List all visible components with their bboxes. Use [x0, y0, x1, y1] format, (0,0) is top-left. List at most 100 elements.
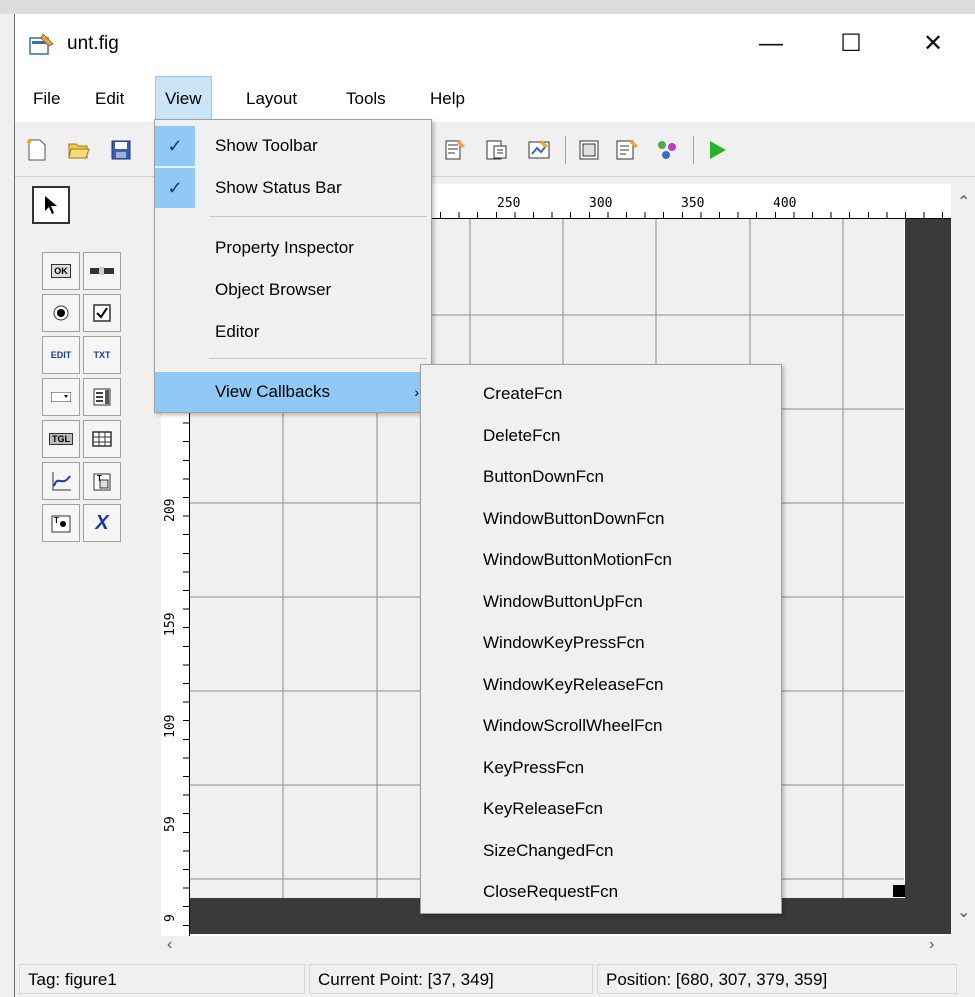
toolbar-separator — [565, 136, 566, 164]
vertical-scrollbar[interactable]: ⌃ ⌄ — [951, 184, 975, 936]
axes-icon — [52, 472, 71, 491]
ruler-tick-label: 9 — [163, 914, 178, 922]
static-text-glyph: TXT — [93, 350, 111, 360]
checkbox-tool[interactable] — [83, 294, 121, 332]
popup-menu-tool[interactable] — [42, 378, 80, 416]
submenu-item-keypressfcn[interactable]: KeyPressFcn — [483, 747, 584, 788]
submenu-item-windowbuttonmotionfcn[interactable]: WindowButtonMotionFcn — [483, 539, 672, 580]
ruler-tick-label: 159 — [163, 612, 178, 636]
menu-item-property-inspector[interactable]: Property Inspector — [155, 228, 431, 268]
menu-item-label: Show Toolbar — [215, 136, 318, 155]
submenu-item-sizechangedfcn[interactable]: SizeChangedFcn — [483, 830, 613, 871]
status-bar: Tag: figure1 Current Point: [37, 349] Po… — [15, 962, 975, 997]
editor-icon[interactable] — [615, 138, 639, 162]
ruler-tick-label: 350 — [681, 196, 705, 211]
svg-text:T: T — [54, 516, 59, 525]
menu-item-view-callbacks[interactable]: View Callbacks › — [155, 372, 431, 412]
new-file-icon[interactable] — [25, 138, 49, 162]
close-button[interactable]: ✕ — [913, 26, 953, 62]
push-button-tool[interactable]: OK — [42, 252, 80, 290]
ruler-tick-label: 209 — [163, 498, 178, 522]
table-tool[interactable] — [83, 420, 121, 458]
select-tool-button[interactable] — [32, 186, 70, 224]
component-palette: OK EDIT TXT TGL T T X — [25, 184, 153, 614]
ruler-tick-label: 109 — [163, 714, 178, 738]
horizontal-scrollbar[interactable]: ‹ › — [161, 936, 951, 960]
submenu-item-buttondownfcn[interactable]: ButtonDownFcn — [483, 456, 604, 497]
scroll-up-arrow[interactable]: ⌃ — [957, 192, 970, 212]
callbacks-submenu: CreateFcn DeleteFcn ButtonDownFcn Window… — [420, 364, 782, 914]
push-button-glyph: OK — [51, 264, 71, 278]
menu-bar: File Edit View Layout Tools Help — [15, 76, 975, 122]
minimize-button[interactable]: — — [751, 26, 791, 62]
submenu-item-windowkeypressfcn[interactable]: WindowKeyPressFcn — [483, 622, 645, 663]
figure-resize-handle[interactable] — [893, 885, 905, 897]
submenu-item-windowbuttondownfcn[interactable]: WindowButtonDownFcn — [483, 498, 664, 539]
canvas-border-right — [905, 219, 951, 931]
menu-item-show-status-bar[interactable]: ✓ Show Status Bar — [155, 168, 431, 208]
axes-tool[interactable] — [42, 462, 80, 500]
window-title: unt.fig — [67, 33, 119, 54]
panel-tool[interactable]: T — [83, 462, 121, 500]
submenu-item-windowscrollwheelfcn[interactable]: WindowScrollWheelFcn — [483, 705, 663, 746]
run-figure-icon[interactable] — [705, 138, 729, 162]
toggle-button-tool[interactable]: TGL — [42, 420, 80, 458]
ruler-tick-label: 250 — [497, 196, 521, 211]
slider-tool[interactable] — [83, 252, 121, 290]
radio-button-tool[interactable] — [42, 294, 80, 332]
arrow-cursor-icon — [45, 196, 57, 214]
menu-item-label: Object Browser — [215, 280, 332, 299]
tab-order-editor-icon[interactable] — [527, 138, 551, 162]
menu-file[interactable]: File — [24, 76, 69, 122]
align-objects-icon[interactable] — [443, 138, 467, 162]
slider-icon — [90, 267, 114, 275]
menu-layout[interactable]: Layout — [237, 76, 306, 122]
background-window-strip — [0, 0, 975, 14]
listbox-tool[interactable] — [83, 378, 121, 416]
object-browser-icon[interactable] — [655, 138, 679, 162]
save-icon[interactable] — [109, 138, 133, 162]
button-group-tool[interactable]: T — [42, 504, 80, 542]
submenu-item-deletefcn[interactable]: DeleteFcn — [483, 415, 560, 456]
menu-view[interactable]: View — [155, 76, 212, 122]
edit-text-glyph: EDIT — [50, 350, 72, 360]
menu-item-show-toolbar[interactable]: ✓ Show Toolbar — [155, 126, 431, 166]
open-folder-icon[interactable] — [67, 138, 91, 162]
menu-item-label: View Callbacks — [215, 382, 330, 401]
check-icon: ✓ — [155, 126, 195, 166]
static-text-tool[interactable]: TXT — [83, 336, 121, 374]
status-position: Position: [680, 307, 379, 359] — [597, 964, 957, 994]
menu-editor-icon[interactable] — [485, 138, 509, 162]
table-icon — [92, 431, 112, 447]
menu-tools[interactable]: Tools — [337, 76, 395, 122]
submenu-arrow-icon: › — [414, 384, 419, 400]
menu-help[interactable]: Help — [421, 76, 474, 122]
menu-separator — [209, 358, 427, 359]
view-menu-dropdown: ✓ Show Toolbar ✓ Show Status Bar Propert… — [154, 119, 432, 413]
figure-app-icon — [29, 33, 54, 55]
scroll-left-arrow[interactable]: ‹ — [167, 936, 172, 954]
activex-tool[interactable]: X — [83, 504, 121, 542]
edit-text-tool[interactable]: EDIT — [42, 336, 80, 374]
scroll-down-arrow[interactable]: ⌄ — [957, 902, 970, 922]
scroll-right-arrow[interactable]: › — [929, 936, 934, 954]
panel-icon: T — [93, 473, 111, 491]
title-bar[interactable]: unt.fig — ☐ ✕ — [15, 14, 975, 76]
toolbar-separator — [693, 136, 694, 164]
toolbar-editor-icon[interactable] — [577, 138, 601, 162]
submenu-item-windowbuttonupfcn[interactable]: WindowButtonUpFcn — [483, 581, 643, 622]
activex-glyph: X — [95, 511, 109, 534]
submenu-item-windowkeyreleasefcn[interactable]: WindowKeyReleaseFcn — [483, 664, 663, 705]
check-icon: ✓ — [155, 168, 195, 208]
menu-item-editor[interactable]: Editor — [155, 312, 431, 352]
submenu-item-closerequestfcn[interactable]: CloseRequestFcn — [483, 871, 618, 912]
maximize-button[interactable]: ☐ — [831, 26, 871, 62]
status-tag: Tag: figure1 — [19, 964, 305, 994]
submenu-item-createfcn[interactable]: CreateFcn — [483, 373, 562, 414]
menu-item-label: Show Status Bar — [215, 178, 342, 197]
menu-item-object-browser[interactable]: Object Browser — [155, 270, 431, 310]
ruler-tick-label: 59 — [163, 816, 178, 832]
submenu-item-keyreleasefcn[interactable]: KeyReleaseFcn — [483, 788, 603, 829]
menu-edit[interactable]: Edit — [86, 76, 133, 122]
status-current-point: Current Point: [37, 349] — [309, 964, 593, 994]
